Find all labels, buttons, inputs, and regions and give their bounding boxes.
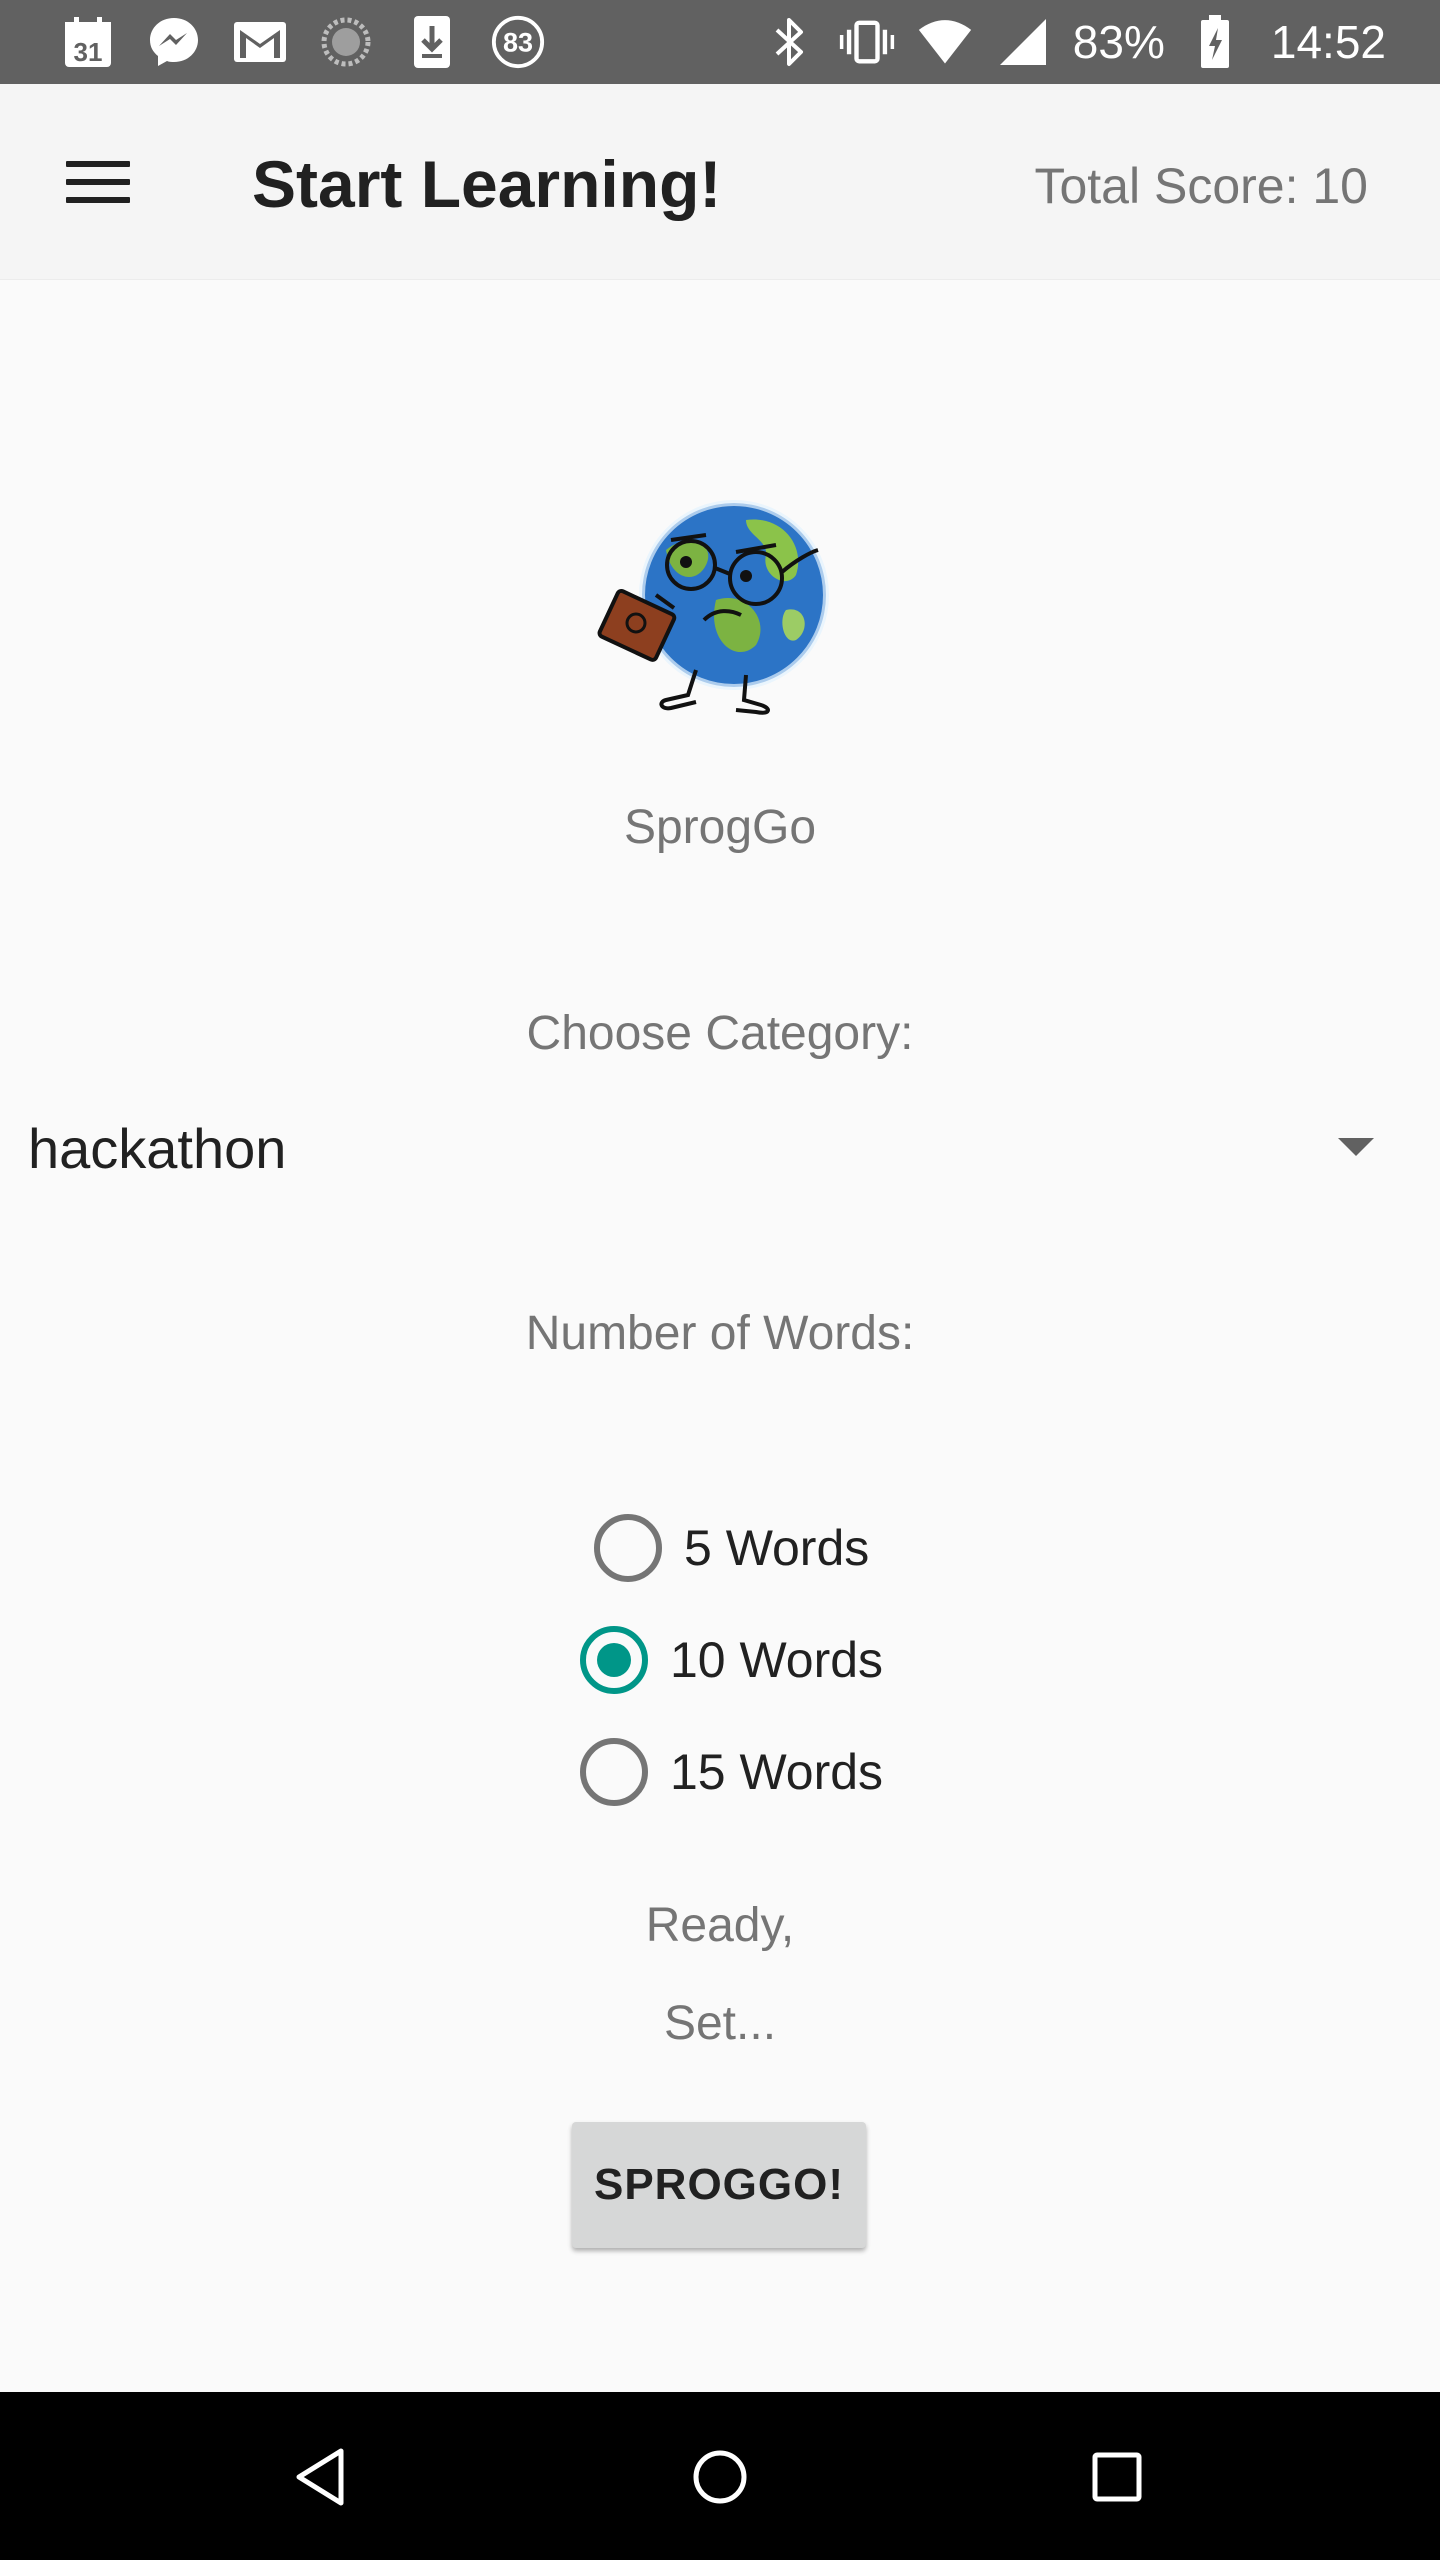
- radio-button[interactable]: [580, 1738, 648, 1806]
- sproggo-button[interactable]: SPROGGO!: [572, 2122, 866, 2248]
- radio-10-words[interactable]: 10 Words: [580, 1620, 883, 1700]
- ready-text: Ready,: [645, 1899, 795, 1952]
- radio-button-checked[interactable]: [580, 1626, 648, 1694]
- calendar-icon: 31: [60, 14, 116, 70]
- radio-label: 15 Words: [670, 1744, 884, 1800]
- home-icon[interactable]: [665, 2422, 775, 2532]
- app-name: SprogGo: [623, 801, 817, 854]
- globe-mascot-icon: [596, 490, 846, 720]
- set-text: Set...: [663, 1997, 777, 2050]
- vibrate-icon: [839, 14, 895, 70]
- status-bar: 31 83 83% 14:52: [0, 0, 1440, 84]
- back-icon[interactable]: [266, 2422, 376, 2532]
- dropdown-arrow-icon: [1338, 1138, 1374, 1156]
- wifi-icon: [917, 14, 973, 70]
- bluetooth-icon: [761, 14, 817, 70]
- notification-icons: 31 83: [60, 14, 546, 70]
- total-score: Total Score: 10: [1034, 158, 1368, 214]
- recents-icon[interactable]: [1062, 2422, 1172, 2532]
- hamburger-menu-icon[interactable]: [50, 142, 146, 222]
- radio-label: 5 Words: [684, 1520, 870, 1576]
- radio-5-words[interactable]: 5 Words: [594, 1508, 869, 1588]
- gmail-icon: [232, 14, 288, 70]
- badge-icon: 83: [490, 14, 546, 70]
- radio-15-words[interactable]: 15 Words: [580, 1732, 883, 1812]
- system-icons: 83% 14:52: [761, 14, 1386, 70]
- clock: 14:52: [1270, 16, 1386, 68]
- svg-text:83: 83: [503, 28, 533, 58]
- messenger-icon: [146, 14, 202, 70]
- download-icon: [404, 14, 460, 70]
- page-title: Start Learning!: [252, 147, 722, 221]
- battery-charging-icon: [1187, 14, 1243, 70]
- words-label: Number of Words:: [525, 1307, 915, 1360]
- radio-button[interactable]: [594, 1514, 662, 1582]
- category-value: hackathon: [28, 1117, 287, 1180]
- svg-text:31: 31: [74, 37, 103, 67]
- category-dropdown[interactable]: hackathon: [0, 1100, 1440, 1196]
- category-label: Choose Category:: [526, 1007, 914, 1060]
- app-bar: Start Learning! Total Score: 10: [0, 84, 1440, 280]
- navigation-bar: [0, 2392, 1440, 2560]
- sync-icon: [318, 14, 374, 70]
- battery-percent: 83%: [1072, 16, 1165, 68]
- signal-icon: [995, 14, 1051, 70]
- radio-label: 10 Words: [670, 1632, 884, 1688]
